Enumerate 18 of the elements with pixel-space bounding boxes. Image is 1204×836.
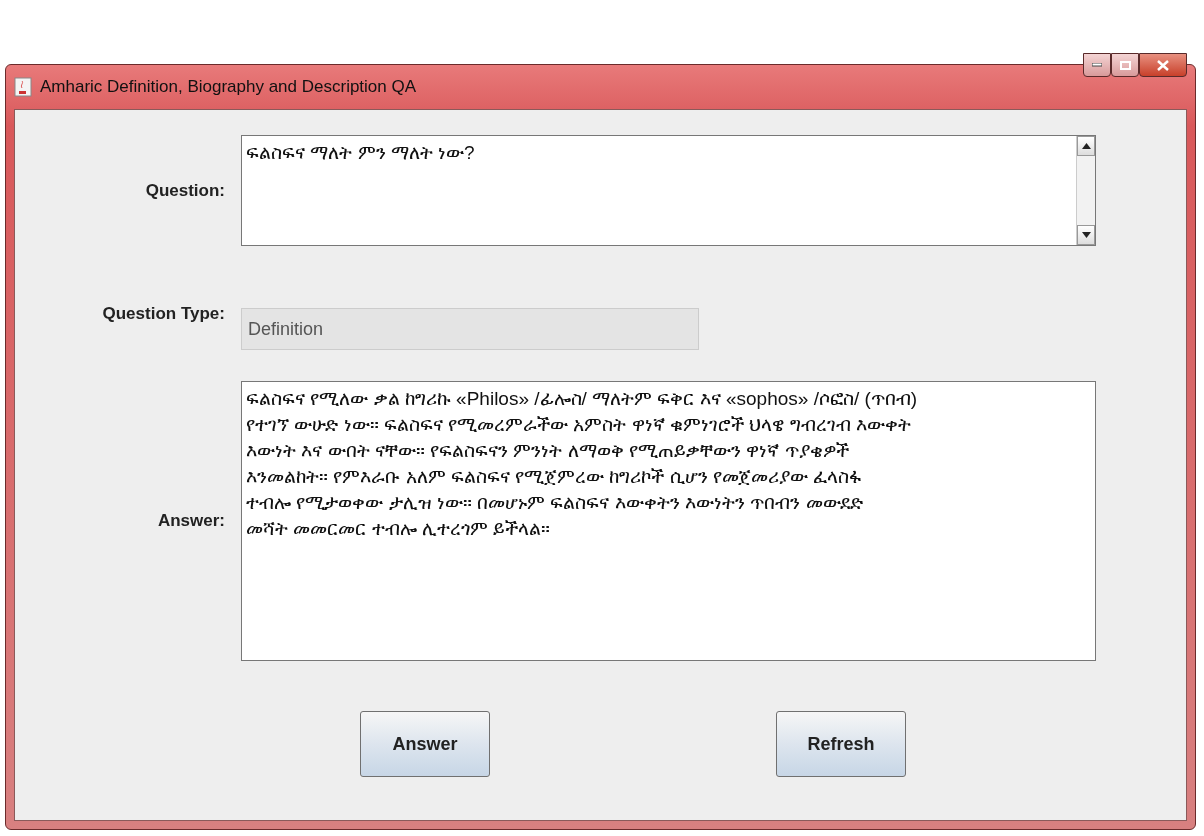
refresh-button[interactable]: Refresh — [776, 711, 906, 777]
maximize-icon — [1119, 60, 1131, 70]
answer-button[interactable]: Answer — [360, 711, 490, 777]
question-text-area[interactable]: ፍልስፍና ማለት ምን ማለት ነው? — [241, 135, 1096, 246]
answer-text[interactable]: ፍልስፍና የሚለው ቃል ከግሪኩ «Philos» /ፊሎስ/ ማለትም ፍቅር እና «sophos» /ሶፎስ/ (ጥበብ) የተገኘ ውሁድ ነው። ፍልስፍና የሚመረምራችው አምስት ዋነኛ ቁምነገሮች ህላዌ ግብረገብ እውቀት እውነት እና ውበት ናቸው። የፍልስፍናን ምንነት ለማወቅ የሚጠይቃቸውን ዋነኛ ጥያቄዎች እንመልከት። የምእራቡ አለም ፍልስፍና የሚጀምረው ከግሪኮች ሲሆን የመጀመሪያው ፈላስፋ ተብሎ የሚታወቀው ታሊዝ ነው። በመሆኑም ፍልስፍና እውቀትን እውነትን ጥበብን መውደድ መሻት መመርመር ተብሎ ሊተረጎም ይችላል። — [241, 381, 1096, 661]
answer-label: Answer: — [156, 511, 225, 531]
maximize-button[interactable] — [1111, 53, 1139, 77]
minimize-button[interactable] — [1083, 53, 1111, 77]
close-button[interactable] — [1139, 53, 1187, 77]
scrollbar[interactable] — [1076, 136, 1095, 245]
window-title: Amharic Definition, Biography and Description QA — [40, 77, 418, 97]
up-arrow-icon — [1081, 143, 1091, 149]
down-arrow-icon — [1081, 232, 1091, 238]
question-type-label: Question Type: — [101, 303, 225, 324]
minimize-icon — [1092, 63, 1102, 67]
close-icon — [1157, 59, 1169, 71]
coffee-cup-icon — [14, 77, 32, 97]
question-label: Question: — [144, 180, 225, 201]
